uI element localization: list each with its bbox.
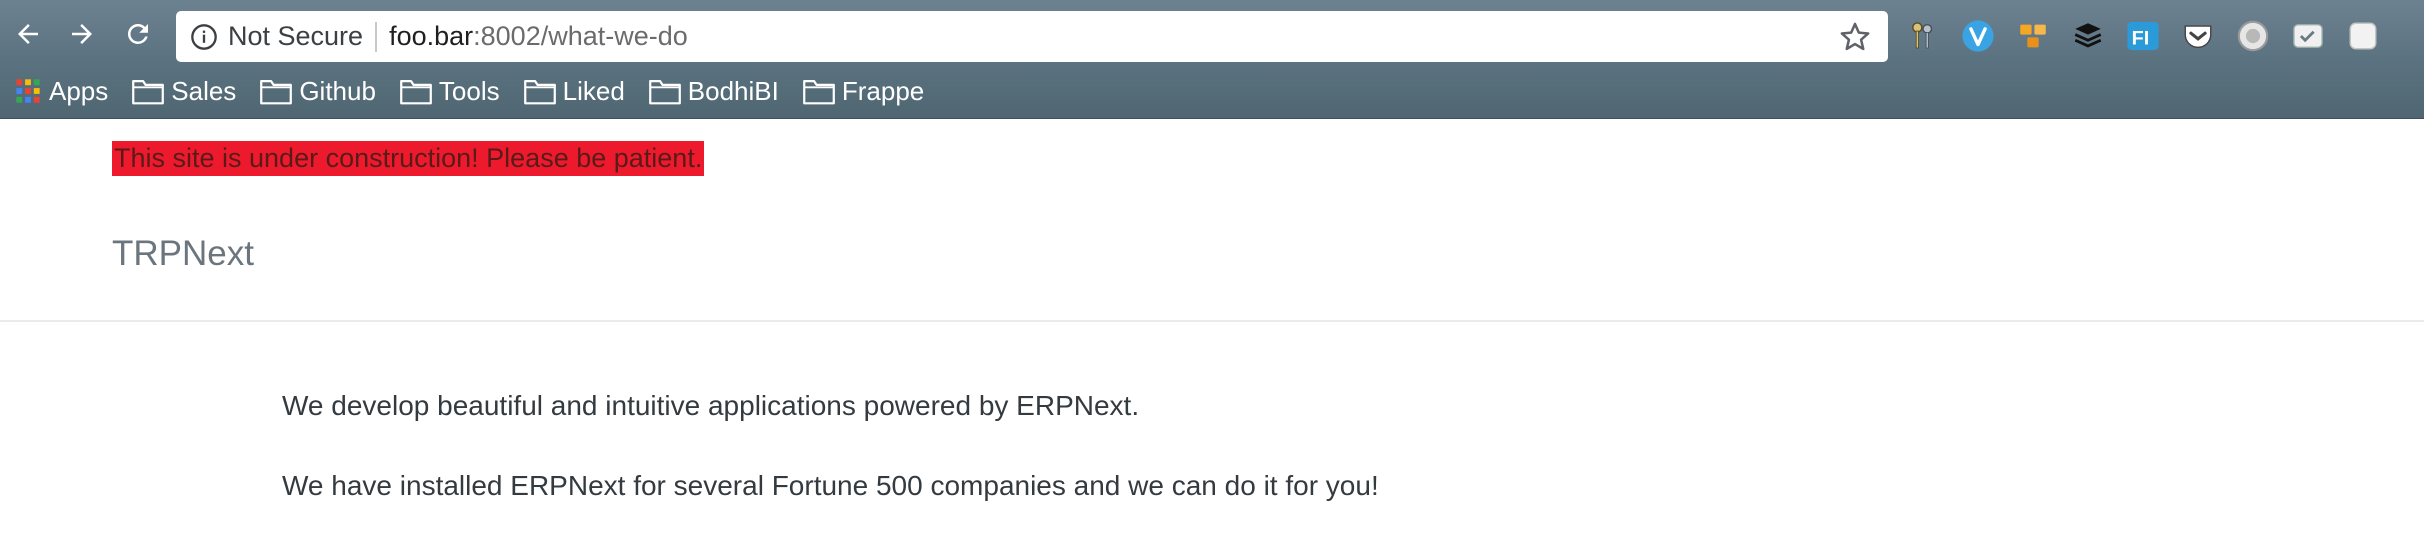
forward-arrow-icon <box>72 24 92 44</box>
fi-extension-icon[interactable]: FI <box>2125 18 2161 54</box>
honeycomb-extension-icon[interactable] <box>2015 18 2051 54</box>
services-paragraph: We have installed ERPNext for several Fo… <box>282 470 1379 501</box>
bookmark-label: Frappe <box>841 75 925 106</box>
square-extension-icon[interactable] <box>2345 18 2381 54</box>
intro-paragraph: We develop beautiful and intuitive appli… <box>282 390 1140 421</box>
browser-chrome: Not Secure foo.bar :8002/what-we-do FI A… <box>0 0 2424 119</box>
address-bar[interactable]: Not Secure foo.bar :8002/what-we-do <box>176 11 1888 62</box>
back-button[interactable] <box>8 14 48 54</box>
brand-link[interactable]: TRPNext <box>112 234 254 274</box>
construction-banner: This site is under construction! Please … <box>112 141 705 176</box>
bookmark-folder-liked[interactable]: Liked <box>523 75 625 107</box>
bookmark-folder-bodhibi[interactable]: BodhiBI <box>648 75 779 107</box>
todo-extension-icon[interactable] <box>2290 18 2326 54</box>
folder-icon <box>802 80 835 105</box>
bookmark-folder-sales[interactable]: Sales <box>132 76 236 107</box>
pocket-extension-icon[interactable] <box>2180 18 2216 54</box>
bookmark-apps[interactable]: Apps <box>14 76 108 107</box>
v-extension-icon[interactable] <box>1960 18 1996 54</box>
folder-icon <box>648 80 681 105</box>
back-arrow-icon <box>18 24 38 44</box>
extensions-bar: FI <box>1905 16 2400 56</box>
bookmark-label: Liked <box>562 75 625 106</box>
reload-icon <box>127 23 148 44</box>
folder-icon <box>132 80 165 105</box>
bookmark-folder-tools[interactable]: Tools <box>400 76 500 107</box>
omnibox-separator <box>375 21 378 52</box>
page-content: This site is under construction! Please … <box>0 120 2424 540</box>
bookmark-label: Tools <box>438 75 500 106</box>
url-path[interactable]: :8002/what-we-do <box>473 21 688 52</box>
bookmark-label: BodhiBI <box>687 75 779 106</box>
circle-extension-icon[interactable] <box>2235 18 2271 54</box>
browser-toolbar: Not Secure foo.bar :8002/what-we-do FI <box>0 0 2424 65</box>
forward-button[interactable] <box>62 14 102 54</box>
keys-extension-icon[interactable] <box>1905 18 1941 54</box>
bookmarks-bar: Apps Sales Github Tools Liked BodhiBI Fr… <box>0 70 948 112</box>
bookmark-folder-frappe[interactable]: Frappe <box>802 75 925 107</box>
reload-button[interactable] <box>118 14 158 54</box>
url-host[interactable]: foo.bar <box>389 21 473 52</box>
info-icon[interactable] <box>188 21 220 53</box>
folder-icon <box>260 80 293 105</box>
bookmark-label: Apps <box>49 75 109 106</box>
bookmark-label: Github <box>299 75 376 106</box>
navbar-divider <box>0 320 2424 322</box>
svg-text:FI: FI <box>2132 28 2150 50</box>
apps-grid-icon <box>16 79 40 103</box>
security-label[interactable]: Not Secure <box>228 21 363 52</box>
folder-icon <box>523 80 556 105</box>
bookmark-label: Sales <box>171 75 237 106</box>
folder-icon <box>400 80 432 105</box>
buffer-extension-icon[interactable] <box>2070 18 2106 54</box>
bookmark-star-icon[interactable] <box>1838 20 1872 54</box>
bookmark-folder-github[interactable]: Github <box>260 76 376 107</box>
